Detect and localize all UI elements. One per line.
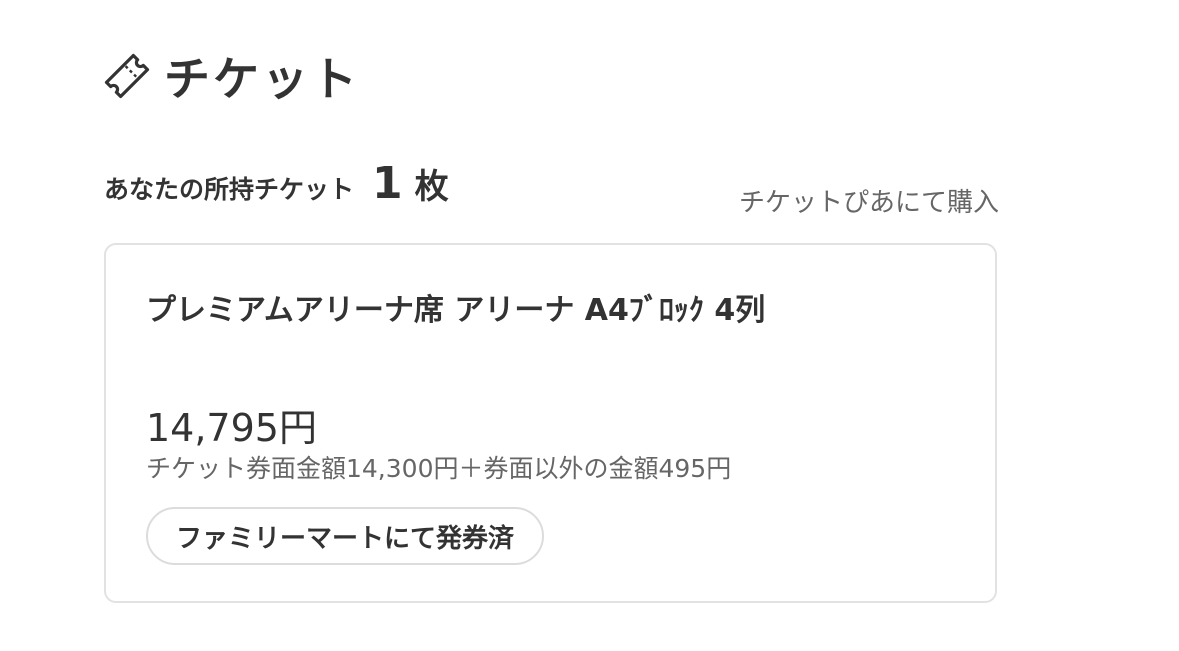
ticket-price: 14,795円	[146, 406, 317, 450]
issue-status-badge: ファミリーマートにて発券済	[146, 507, 545, 565]
seat-name: プレミアムアリーナ席 アリーナ A4ﾌﾞﾛｯｸ 4列	[146, 293, 766, 328]
ticket-card[interactable]: プレミアムアリーナ席 アリーナ A4ﾌﾞﾛｯｸ 4列 14,795円 チケット券…	[104, 243, 997, 603]
ticket-page: チケット あなたの所持チケット 1 枚 チケットぴあにて購入 プレミアムアリーナ…	[0, 0, 1179, 651]
price-breakdown: チケット券面金額14,300円＋券面以外の金額495円	[146, 454, 732, 483]
buy-at-ticket-pia-link[interactable]: チケットぴあにて購入	[739, 182, 999, 219]
owned-ticket-unit: 枚	[414, 167, 449, 207]
owned-ticket-label: あなたの所持チケット	[104, 175, 355, 204]
owned-ticket-summary: あなたの所持チケット 1 枚	[104, 158, 449, 209]
ticket-icon	[100, 49, 154, 103]
owned-ticket-count: 1	[372, 158, 403, 209]
page-header: チケット	[100, 40, 360, 112]
page-title: チケット	[164, 52, 360, 106]
